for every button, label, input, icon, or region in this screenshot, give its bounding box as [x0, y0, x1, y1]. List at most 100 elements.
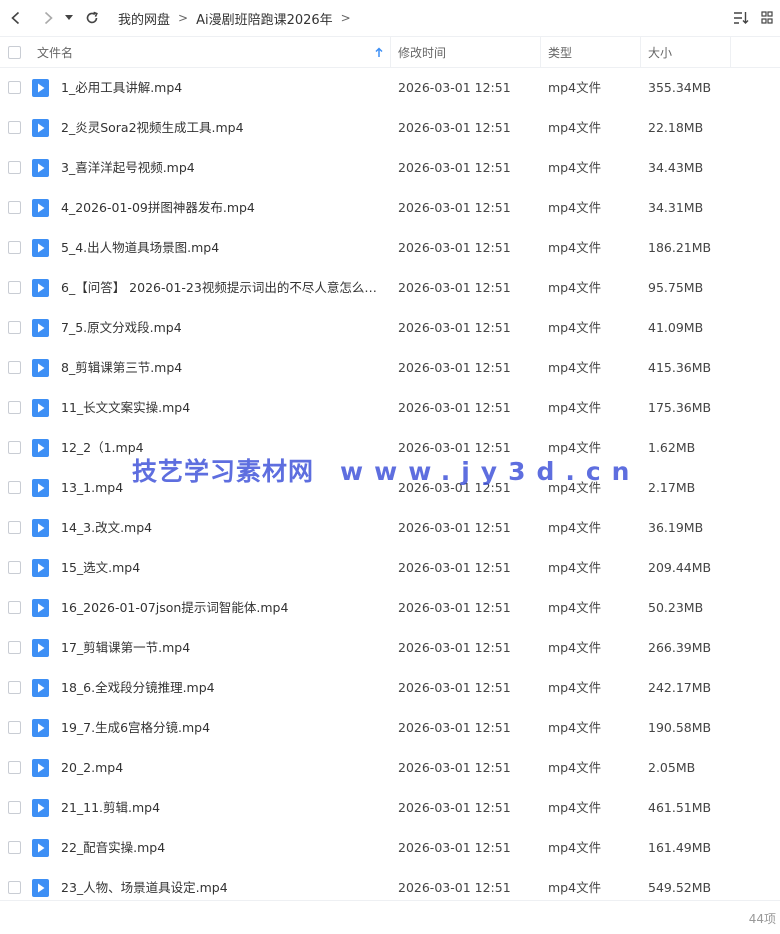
file-row[interactable]: 14_3.改文.mp4 2026-03-01 12:51 mp4文件 36.19MB	[0, 508, 780, 548]
file-name[interactable]: 11_长文文案实操.mp4	[61, 388, 385, 428]
chevron-left-icon	[11, 11, 20, 25]
file-name[interactable]: 8_剪辑课第三节.mp4	[61, 348, 385, 388]
row-checkbox[interactable]	[8, 361, 21, 374]
file-row[interactable]: 16_2026-01-07json提示词智能体.mp4 2026-03-01 12…	[0, 588, 780, 628]
file-row[interactable]: 1_必用工具讲解.mp4 2026-03-01 12:51 mp4文件 355.34M…	[0, 68, 780, 108]
file-modified-time: 2026-03-01 12:51	[398, 120, 511, 135]
row-checkbox[interactable]	[8, 881, 21, 894]
file-type: mp4文件	[548, 640, 602, 655]
column-divider[interactable]	[540, 37, 541, 68]
row-checkbox[interactable]	[8, 681, 21, 694]
column-divider[interactable]	[390, 37, 391, 68]
file-name[interactable]: 3_喜洋洋起号视频.mp4	[61, 148, 385, 188]
file-modified-time: 2026-03-01 12:51	[398, 240, 511, 255]
file-size: 190.58MB	[648, 720, 712, 735]
file-name[interactable]: 14_3.改文.mp4	[61, 508, 385, 548]
row-checkbox[interactable]	[8, 481, 21, 494]
file-row[interactable]: 2_炎灵Sora2视频生成工具.mp4 2026-03-01 12:51 mp4文件…	[0, 108, 780, 148]
row-checkbox[interactable]	[8, 281, 21, 294]
file-name[interactable]: 22_配音实操.mp4	[61, 828, 385, 868]
file-name[interactable]: 1_必用工具讲解.mp4	[61, 68, 385, 108]
history-dropdown-button[interactable]	[62, 6, 76, 30]
row-checkbox[interactable]	[8, 521, 21, 534]
file-name[interactable]: 13_1.mp4	[61, 468, 385, 508]
file-row[interactable]: 5_4.出人物道具场景图.mp4 2026-03-01 12:51 mp4文件 186…	[0, 228, 780, 268]
file-name[interactable]: 6_【问答】 2026-01-23视频提示词出的不尽人意怎么办？...	[61, 268, 385, 308]
row-checkbox[interactable]	[8, 161, 21, 174]
file-row[interactable]: 13_1.mp4 2026-03-01 12:51 mp4文件 2.17MB	[0, 468, 780, 508]
file-list-header: 文件名 修改时间 类型 大小	[0, 36, 780, 68]
column-type-label: 类型	[548, 46, 573, 60]
file-name[interactable]: 2_炎灵Sora2视频生成工具.mp4	[61, 108, 385, 148]
row-checkbox[interactable]	[8, 401, 21, 414]
file-name[interactable]: 20_2.mp4	[61, 748, 385, 788]
file-row[interactable]: 20_2.mp4 2026-03-01 12:51 mp4文件 2.05MB	[0, 748, 780, 788]
file-name[interactable]: 21_11.剪辑.mp4	[61, 788, 385, 828]
file-size: 34.31MB	[648, 200, 704, 215]
column-header-name[interactable]: 文件名	[37, 37, 387, 68]
file-name[interactable]: 7_5.原文分戏段.mp4	[61, 308, 385, 348]
row-checkbox[interactable]	[8, 561, 21, 574]
file-row[interactable]: 22_配音实操.mp4 2026-03-01 12:51 mp4文件 161.49MB	[0, 828, 780, 868]
row-checkbox[interactable]	[8, 801, 21, 814]
sort-ascending-arrow-icon	[375, 47, 383, 57]
chevron-right-icon	[44, 11, 53, 25]
row-checkbox[interactable]	[8, 721, 21, 734]
video-file-icon	[32, 839, 49, 857]
file-row[interactable]: 11_长文文案实操.mp4 2026-03-01 12:51 mp4文件 175.36…	[0, 388, 780, 428]
file-name[interactable]: 15_选文.mp4	[61, 548, 385, 588]
row-checkbox[interactable]	[8, 641, 21, 654]
file-row[interactable]: 7_5.原文分戏段.mp4 2026-03-01 12:51 mp4文件 41.09M…	[0, 308, 780, 348]
file-row[interactable]: 12_2（1.mp4 2026-03-01 12:51 mp4文件 1.62MB	[0, 428, 780, 468]
column-divider[interactable]	[730, 37, 731, 68]
file-row[interactable]: 8_剪辑课第三节.mp4 2026-03-01 12:51 mp4文件 415.36M…	[0, 348, 780, 388]
file-row[interactable]: 15_选文.mp4 2026-03-01 12:51 mp4文件 209.44MB	[0, 548, 780, 588]
column-header-size[interactable]: 大小	[648, 37, 672, 68]
row-checkbox[interactable]	[8, 321, 21, 334]
select-all-checkbox[interactable]	[8, 46, 21, 59]
file-row[interactable]: 18_6.全戏段分镜推理.mp4 2026-03-01 12:51 mp4文件 242…	[0, 668, 780, 708]
file-name[interactable]: 4_2026-01-09拼图神器发布.mp4	[61, 188, 385, 228]
file-row[interactable]: 19_7.生成6宫格分镜.mp4 2026-03-01 12:51 mp4文件 190…	[0, 708, 780, 748]
file-modified-time: 2026-03-01 12:51	[398, 360, 511, 375]
status-footer: 44项	[0, 900, 780, 934]
file-modified-time: 2026-03-01 12:51	[398, 760, 511, 775]
file-row[interactable]: 21_11.剪辑.mp4 2026-03-01 12:51 mp4文件 461.51M…	[0, 788, 780, 828]
file-name[interactable]: 5_4.出人物道具场景图.mp4	[61, 228, 385, 268]
back-button[interactable]	[4, 6, 28, 30]
file-type: mp4文件	[548, 80, 602, 95]
sort-button[interactable]	[728, 6, 754, 30]
file-row[interactable]: 3_喜洋洋起号视频.mp4 2026-03-01 12:51 mp4文件 34.43M…	[0, 148, 780, 188]
file-row[interactable]: 17_剪辑课第一节.mp4 2026-03-01 12:51 mp4文件 266.39…	[0, 628, 780, 668]
row-checkbox[interactable]	[8, 441, 21, 454]
file-size: 175.36MB	[648, 400, 712, 415]
file-name[interactable]: 19_7.生成6宫格分镜.mp4	[61, 708, 385, 748]
refresh-button[interactable]	[80, 6, 104, 30]
row-checkbox[interactable]	[8, 201, 21, 214]
forward-button[interactable]	[36, 6, 60, 30]
file-name[interactable]: 17_剪辑课第一节.mp4	[61, 628, 385, 668]
file-size: 461.51MB	[648, 800, 712, 815]
video-file-icon	[32, 479, 49, 497]
file-row[interactable]: 6_【问答】 2026-01-23视频提示词出的不尽人意怎么办？... 2026-…	[0, 268, 780, 308]
file-type: mp4文件	[548, 800, 602, 815]
row-checkbox[interactable]	[8, 81, 21, 94]
file-modified-time: 2026-03-01 12:51	[398, 80, 511, 95]
breadcrumb-item-current-folder[interactable]: Ai漫剧班陪跑课2026年	[196, 9, 333, 28]
file-name[interactable]: 18_6.全戏段分镜推理.mp4	[61, 668, 385, 708]
row-checkbox[interactable]	[8, 761, 21, 774]
row-checkbox[interactable]	[8, 601, 21, 614]
column-divider[interactable]	[640, 37, 641, 68]
column-header-type[interactable]: 类型	[548, 37, 572, 68]
row-checkbox[interactable]	[8, 241, 21, 254]
top-nav-bar: 我的网盘 > Ai漫剧班陪跑课2026年 >	[0, 0, 780, 36]
column-header-modified[interactable]: 修改时间	[398, 37, 446, 68]
video-file-icon	[32, 679, 49, 697]
view-mode-button[interactable]	[754, 6, 780, 30]
file-row[interactable]: 4_2026-01-09拼图神器发布.mp4 2026-03-01 12:51 mp…	[0, 188, 780, 228]
breadcrumb-item-my-drive[interactable]: 我的网盘	[118, 9, 170, 28]
row-checkbox[interactable]	[8, 841, 21, 854]
row-checkbox[interactable]	[8, 121, 21, 134]
file-name[interactable]: 12_2（1.mp4	[61, 428, 385, 468]
file-name[interactable]: 16_2026-01-07json提示词智能体.mp4	[61, 588, 385, 628]
